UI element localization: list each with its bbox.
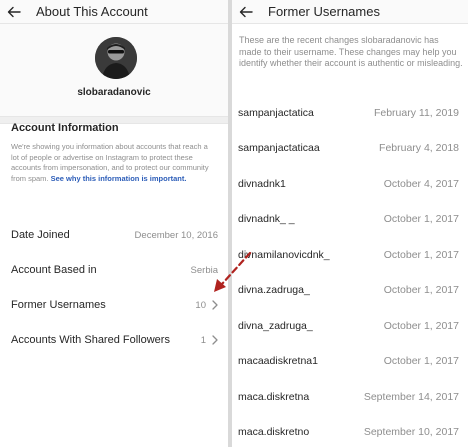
about-this-account-screen: About This Account slobaradanovic Accoun… [0,0,228,447]
former-username: divnadnk_ _ [238,213,295,226]
list-item: divnadnk1 October 4, 2017 [232,166,468,202]
former-usernames-value-group: 10 [195,300,218,311]
change-date: February 11, 2019 [373,106,459,119]
avatar[interactable] [95,37,137,79]
change-date: September 10, 2017 [363,426,459,439]
change-date: October 1, 2017 [383,355,459,368]
change-date: October 1, 2017 [383,213,459,226]
chevron-right-icon [212,335,218,345]
list-item: divna.zadruga_ October 1, 2017 [232,273,468,309]
about-header: About This Account [0,0,228,24]
former-username: divna.zadruga_ [238,284,310,297]
shared-followers-value-group: 1 [201,335,218,346]
former-usernames-label: Former Usernames [11,299,106,311]
change-date: October 4, 2017 [383,177,459,190]
account-information-description: We're showing you information about acco… [11,142,211,184]
former-usernames-description: These are the recent changes slobaradano… [239,35,463,68]
back-arrow-icon[interactable] [238,4,254,20]
change-date: September 14, 2017 [363,390,459,403]
account-information-title: Account Information [11,122,119,134]
chevron-right-icon [212,300,218,310]
change-date: February 4, 2018 [379,142,459,155]
former-usernames-count: 10 [195,299,206,311]
former-username: divnamilanovicdnk_ [238,248,330,261]
former-username: maca.diskretna [238,390,310,403]
list-item: divna_zadruga_ October 1, 2017 [232,308,468,344]
change-date: October 1, 2017 [383,319,459,332]
page-title: About This Account [36,4,148,19]
date-joined-label: Date Joined [11,229,70,241]
former-username: sampanjactaticaa [238,142,320,155]
profile-header: slobaradanovic [0,24,228,116]
former-username: macaadiskretna1 [238,355,318,368]
former-username: sampanjactatica [238,106,314,119]
change-date: October 1, 2017 [383,248,459,261]
account-based-in-value: Serbia [190,264,218,276]
account-based-in-label: Account Based in [11,264,97,276]
former-username: divna_zadruga_ [238,319,313,332]
list-item: macaadiskretna1 October 1, 2017 [232,344,468,380]
former-usernames-row[interactable]: Former Usernames 10 [11,295,218,315]
date-joined-row: Date Joined December 10, 2016 [11,225,218,245]
shared-followers-count: 1 [200,334,206,346]
former-username: maca.diskretno [238,426,310,439]
former-usernames-list: sampanjactatica February 11, 2019 sampanj… [232,95,468,447]
list-item: divnadnk_ _ October 1, 2017 [232,202,468,238]
list-item: sampanjactaticaa February 4, 2018 [232,131,468,167]
profile-username: slobaradanovic [77,87,151,98]
back-arrow-icon[interactable] [6,4,22,20]
change-date: October 1, 2017 [383,284,459,297]
list-item: maca.diskretna September 14, 2017 [232,379,468,415]
list-item: sampanjactatica February 11, 2019 [232,95,468,131]
shared-followers-label: Accounts With Shared Followers [11,334,170,346]
former-username: divnadnk1 [238,177,286,190]
date-joined-value: December 10, 2016 [134,229,218,241]
page-title: Former Usernames [268,4,380,19]
former-usernames-screen: Former Usernames These are the recent ch… [232,0,468,447]
see-why-link[interactable]: See why this information is important. [51,174,187,183]
list-item: divnamilanovicdnk_ October 1, 2017 [232,237,468,273]
former-usernames-header: Former Usernames [232,0,468,24]
account-based-in-row: Account Based in Serbia [11,260,218,280]
shared-followers-row[interactable]: Accounts With Shared Followers 1 [11,330,218,350]
list-item: maca.diskretno September 10, 2017 [232,415,468,447]
